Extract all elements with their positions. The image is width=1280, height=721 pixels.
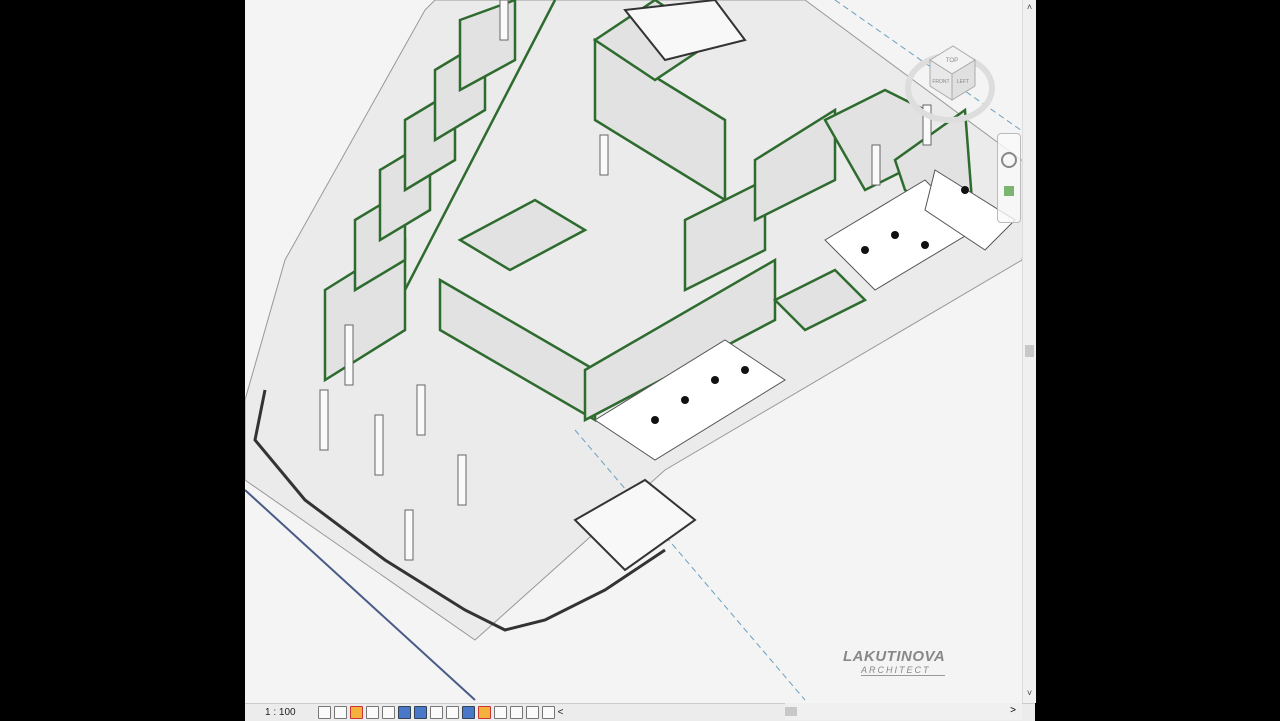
analytical-model-icon[interactable] [509,706,523,719]
revit-3d-view-window: TOP FRONT LEFT LAKUTINOVA ARCHITECT ˄ ˅ … [245,0,1036,721]
viewcube-front-label[interactable]: FRONT [932,79,949,85]
column [404,509,414,561]
zoom-icon[interactable] [1004,186,1014,196]
chair [651,416,659,424]
vertical-scrollbar[interactable]: ˄ ˅ [1022,0,1036,703]
navigation-bar [997,133,1021,223]
column [599,134,609,176]
watermark-line1: LAKUTINOVA [843,648,946,665]
watermark-logo: LAKUTINOVA ARCHITECT [843,648,946,676]
column [416,384,426,436]
horizontal-scrollbar[interactable]: > [785,703,1022,720]
column [374,414,384,476]
reveal-constraints-icon[interactable] [541,706,555,719]
highlight-displacement-icon[interactable] [525,706,539,719]
column [319,389,329,451]
scroll-up-button[interactable]: ˄ [1023,2,1036,12]
sun-path-icon[interactable] [349,706,363,719]
watermark-line2: ARCHITECT [861,665,946,676]
lock-3d-view-icon[interactable] [429,706,443,719]
column [344,324,354,386]
scroll-down-button[interactable]: ˅ [1023,688,1036,698]
chair [891,231,899,239]
vertical-scroll-thumb[interactable] [1025,345,1034,357]
reveal-hidden-icon[interactable] [461,706,475,719]
column [457,454,467,506]
crop-view-icon[interactable] [397,706,411,719]
worksharing-icon[interactable] [477,706,491,719]
viewcube-top-label[interactable]: TOP [946,58,958,64]
viewcube-left-label[interactable]: LEFT [957,79,969,85]
chair [711,376,719,384]
chair [961,186,969,194]
3d-view-canvas[interactable]: TOP FRONT LEFT LAKUTINOVA ARCHITECT [245,0,1022,703]
detail-level-icon[interactable] [317,706,331,719]
view-scale[interactable]: 1 : 100 [265,707,296,718]
column [499,0,509,41]
chair [921,241,929,249]
chair [681,396,689,404]
chair [741,366,749,374]
scroll-right-button[interactable]: > [1010,705,1016,716]
viewcube[interactable]: TOP FRONT LEFT [905,38,995,128]
chair [861,246,869,254]
visual-style-icon[interactable] [333,706,347,719]
rendering-icon[interactable] [381,706,395,719]
temporary-hide-icon[interactable] [445,706,459,719]
column [871,144,881,186]
design-options-icon[interactable] [493,706,507,719]
grid-line [574,429,806,701]
steering-wheel-icon[interactable] [1001,152,1017,168]
horizontal-scroll-thumb[interactable] [785,707,797,716]
collapse-arrow[interactable]: < [558,707,564,718]
show-crop-region-icon[interactable] [413,706,427,719]
shadows-icon[interactable] [365,706,379,719]
